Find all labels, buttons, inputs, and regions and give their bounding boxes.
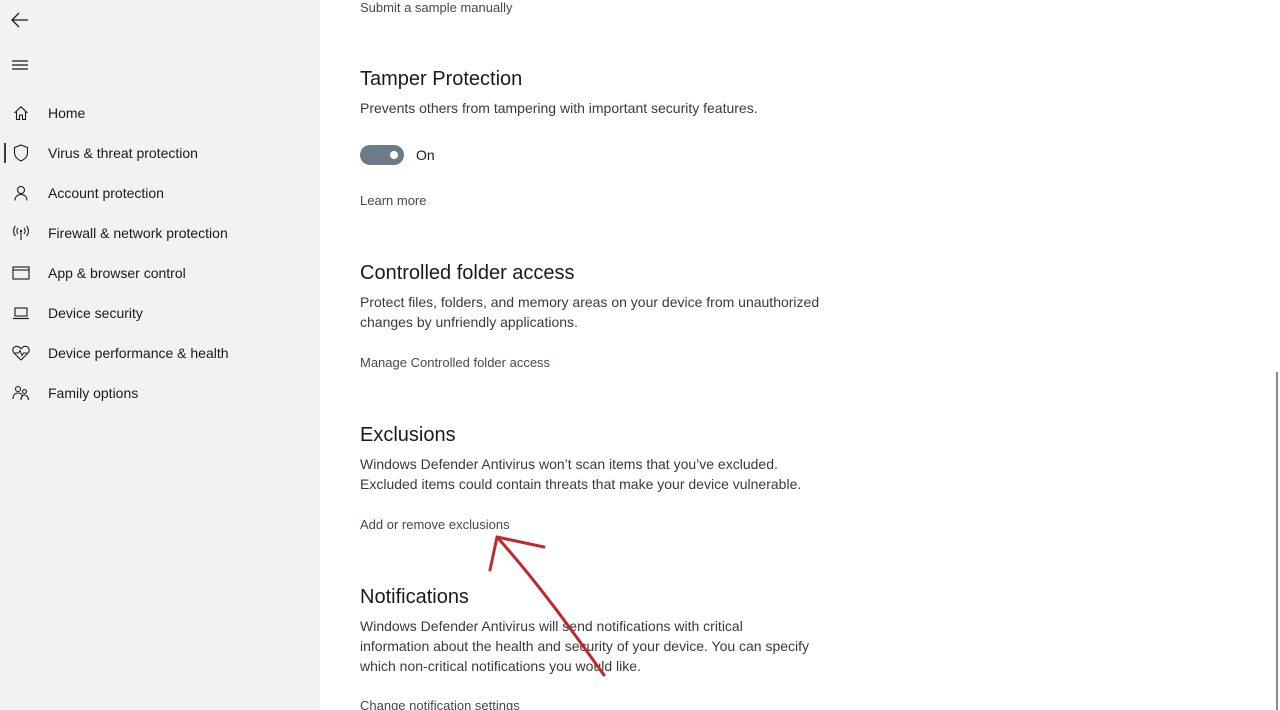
sidebar-item-family-options[interactable]: Family options [0, 373, 320, 413]
controlled-folder-access-title: Controlled folder access [360, 262, 575, 284]
sidebar-nav: Home Virus & threat protection Account p… [0, 93, 320, 413]
tamper-protection-toggle[interactable] [360, 145, 404, 165]
person-icon [12, 184, 30, 202]
sidebar-item-label: Account protection [48, 185, 164, 201]
sidebar-item-label: Home [48, 105, 86, 121]
browser-window-icon [12, 264, 30, 282]
toggle-state-label: On [416, 147, 435, 163]
sidebar-item-app-browser-control[interactable]: App & browser control [0, 253, 320, 293]
add-remove-exclusions-link[interactable]: Add or remove exclusions [360, 517, 510, 532]
controlled-folder-access-description: Protect files, folders, and memory areas… [360, 292, 880, 332]
sidebar-item-home[interactable]: Home [0, 93, 320, 133]
sidebar: Home Virus & threat protection Account p… [0, 0, 320, 710]
heart-icon [12, 344, 30, 362]
back-arrow-icon[interactable] [8, 8, 32, 32]
home-icon [12, 104, 30, 122]
notifications-title: Notifications [360, 586, 469, 608]
sidebar-item-device-performance-health[interactable]: Device performance & health [0, 333, 320, 373]
tamper-protection-toggle-row: On [360, 145, 435, 165]
notifications-description: Windows Defender Antivirus will send not… [360, 616, 880, 676]
description-line: information about the health and securit… [360, 638, 810, 654]
tamper-protection-section: Tamper Protection Prevents others from t… [360, 67, 880, 118]
sidebar-item-account-protection[interactable]: Account protection [0, 173, 320, 213]
tamper-protection-title: Tamper Protection [360, 68, 523, 90]
description-line: changes by unfriendly applications. [360, 314, 578, 330]
description-line: Excluded items could contain threats tha… [360, 476, 802, 492]
manage-controlled-folder-access-link[interactable]: Manage Controlled folder access [360, 355, 550, 370]
sidebar-item-label: Device performance & health [48, 345, 229, 361]
main-content: Submit a sample manually Tamper Protecti… [320, 0, 1280, 710]
sidebar-item-device-security[interactable]: Device security [0, 293, 320, 333]
description-line: Windows Defender Antivirus won’t scan it… [360, 456, 778, 472]
hamburger-menu-icon[interactable] [8, 53, 32, 77]
description-line: which non-critical notifications you wou… [360, 658, 641, 674]
antenna-icon [12, 224, 30, 242]
shield-icon [12, 144, 30, 162]
sidebar-item-firewall-network-protection[interactable]: Firewall & network protection [0, 213, 320, 253]
toggle-knob [390, 151, 398, 159]
submit-sample-link[interactable]: Submit a sample manually [360, 0, 512, 15]
sidebar-item-label: Firewall & network protection [48, 225, 228, 241]
sidebar-item-label: App & browser control [48, 265, 186, 281]
exclusions-description: Windows Defender Antivirus won’t scan it… [360, 454, 880, 494]
notifications-section: Notifications Windows Defender Antivirus… [360, 585, 880, 676]
laptop-icon [12, 304, 30, 322]
sidebar-item-virus-threat-protection[interactable]: Virus & threat protection [0, 133, 320, 173]
tamper-protection-description: Prevents others from tampering with impo… [360, 100, 758, 116]
description-line: Protect files, folders, and memory areas… [360, 294, 820, 310]
controlled-folder-access-section: Controlled folder access Protect files, … [360, 261, 880, 332]
change-notification-settings-link[interactable]: Change notification settings [360, 698, 520, 710]
description-line: Windows Defender Antivirus will send not… [360, 618, 743, 634]
sidebar-item-label: Family options [48, 385, 139, 401]
exclusions-title: Exclusions [360, 424, 456, 446]
scrollbar[interactable] [1276, 372, 1278, 710]
learn-more-link[interactable]: Learn more [360, 193, 426, 208]
sidebar-item-label: Device security [48, 305, 143, 321]
exclusions-section: Exclusions Windows Defender Antivirus wo… [360, 423, 880, 494]
family-icon [12, 384, 30, 402]
sidebar-item-label: Virus & threat protection [48, 145, 198, 161]
